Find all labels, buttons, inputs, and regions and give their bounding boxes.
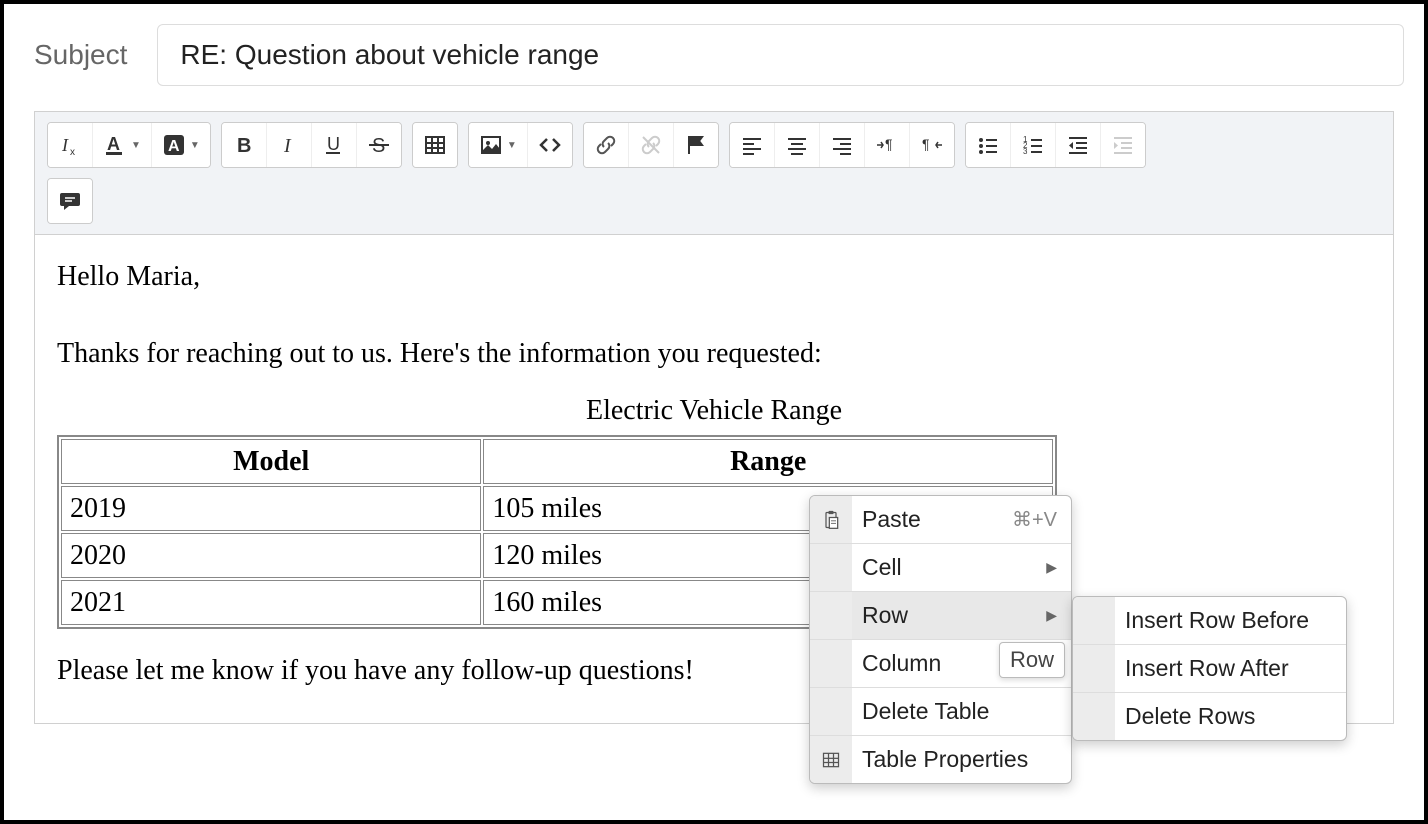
align-right-icon bbox=[830, 133, 854, 157]
align-center-icon bbox=[785, 133, 809, 157]
paste-icon bbox=[821, 510, 841, 530]
outdent-button[interactable] bbox=[1056, 123, 1101, 167]
svg-text:3: 3 bbox=[1023, 147, 1028, 156]
flag-icon bbox=[684, 133, 708, 157]
indent-icon bbox=[1111, 133, 1135, 157]
submenu-item-delete-rows[interactable]: Delete Rows bbox=[1073, 693, 1346, 740]
svg-text:A: A bbox=[107, 134, 120, 154]
rtl-button[interactable]: ¶ bbox=[910, 123, 954, 167]
align-right-button[interactable] bbox=[820, 123, 865, 167]
clear-format-icon: Ix bbox=[58, 133, 82, 157]
indent-button[interactable] bbox=[1101, 123, 1145, 167]
menu-item-cell[interactable]: Cell ▶ bbox=[810, 544, 1071, 591]
italic-button[interactable]: I bbox=[267, 123, 312, 167]
svg-text:U: U bbox=[327, 134, 340, 154]
subject-label: Subject bbox=[34, 39, 127, 71]
rtl-icon: ¶ bbox=[920, 133, 944, 157]
table-cell[interactable]: 2020 bbox=[61, 533, 481, 578]
ltr-button[interactable]: ¶ bbox=[865, 123, 910, 167]
underline-icon: U bbox=[322, 133, 346, 157]
submenu-item-insert-before[interactable]: Insert Row Before bbox=[1073, 597, 1346, 644]
toolbar-group-table bbox=[412, 122, 458, 168]
subject-row: Subject bbox=[4, 4, 1424, 96]
context-menu: Paste ⌘+V Cell ▶ Row ▶ Column Row Delete… bbox=[809, 495, 1072, 784]
table-cell[interactable]: 2021 bbox=[61, 580, 481, 625]
table-header-range[interactable]: Range bbox=[483, 439, 1053, 484]
align-left-icon bbox=[740, 133, 764, 157]
intro-text: Thanks for reaching out to us. Here's th… bbox=[57, 334, 1371, 373]
image-button[interactable]: ▼ bbox=[469, 123, 528, 167]
menu-item-delete-table[interactable]: Delete Table bbox=[810, 688, 1071, 735]
submenu-item-insert-after[interactable]: Insert Row After bbox=[1073, 645, 1346, 692]
bg-color-button[interactable]: A▼ bbox=[152, 123, 210, 167]
table-icon bbox=[423, 133, 447, 157]
svg-text:¶: ¶ bbox=[922, 136, 930, 152]
underline-button[interactable]: U bbox=[312, 123, 357, 167]
link-button[interactable] bbox=[584, 123, 629, 167]
svg-text:A: A bbox=[168, 138, 180, 155]
unlink-button[interactable] bbox=[629, 123, 674, 167]
bold-button[interactable]: B bbox=[222, 123, 267, 167]
italic-icon: I bbox=[277, 133, 301, 157]
tooltip-row: Row bbox=[999, 642, 1065, 678]
table-button[interactable] bbox=[413, 123, 457, 167]
code-button[interactable] bbox=[528, 123, 572, 167]
number-list-icon: 123 bbox=[1021, 133, 1045, 157]
strike-button[interactable]: S bbox=[357, 123, 401, 167]
chevron-right-icon: ▶ bbox=[1046, 607, 1057, 624]
image-icon bbox=[479, 133, 503, 157]
bold-icon: B bbox=[232, 133, 256, 157]
align-center-button[interactable] bbox=[775, 123, 820, 167]
menu-item-row[interactable]: Row ▶ bbox=[810, 592, 1071, 639]
toolbar: Ix A▼ A▼ B I U S ▼ bbox=[35, 112, 1393, 235]
comment-icon bbox=[58, 189, 82, 213]
svg-text:I: I bbox=[61, 135, 69, 155]
bullet-list-icon bbox=[976, 133, 1000, 157]
menu-item-column[interactable]: Column Row bbox=[810, 640, 1071, 687]
comment-button[interactable] bbox=[48, 179, 92, 223]
unlink-icon bbox=[639, 133, 663, 157]
bullet-list-button[interactable] bbox=[966, 123, 1011, 167]
submenu-row: Insert Row Before Insert Row After Delet… bbox=[1072, 596, 1347, 741]
table-cell[interactable]: 2019 bbox=[61, 486, 481, 531]
toolbar-group-format: Ix A▼ A▼ bbox=[47, 122, 211, 168]
menu-item-table-properties[interactable]: Table Properties bbox=[810, 736, 1071, 783]
clear-format-button[interactable]: Ix bbox=[48, 123, 93, 167]
link-icon bbox=[594, 133, 618, 157]
svg-text:x: x bbox=[70, 147, 75, 157]
toolbar-group-comment bbox=[47, 178, 93, 224]
menu-shortcut: ⌘+V bbox=[1012, 507, 1057, 532]
bg-color-icon: A bbox=[162, 133, 186, 157]
svg-text:¶: ¶ bbox=[885, 136, 893, 152]
menu-item-paste[interactable]: Paste ⌘+V bbox=[810, 496, 1071, 543]
toolbar-group-lists: 123 bbox=[965, 122, 1146, 168]
table-caption: Electric Vehicle Range bbox=[57, 391, 1371, 430]
outdent-icon bbox=[1066, 133, 1090, 157]
code-icon bbox=[538, 133, 562, 157]
ltr-icon: ¶ bbox=[875, 133, 899, 157]
toolbar-group-media: ▼ bbox=[468, 122, 573, 168]
toolbar-group-align: ¶ ¶ bbox=[729, 122, 955, 168]
text-color-button[interactable]: A▼ bbox=[93, 123, 152, 167]
greeting-text: Hello Maria, bbox=[57, 257, 1371, 296]
toolbar-group-text: B I U S bbox=[221, 122, 402, 168]
svg-text:B: B bbox=[237, 135, 251, 157]
toolbar-group-links bbox=[583, 122, 719, 168]
table-wrapper: Electric Vehicle Range Model Range 2019 … bbox=[57, 391, 1371, 629]
table-header-model[interactable]: Model bbox=[61, 439, 481, 484]
strike-icon: S bbox=[367, 133, 391, 157]
chevron-right-icon: ▶ bbox=[1046, 559, 1057, 576]
table-header-row: Model Range bbox=[61, 439, 1053, 484]
align-left-button[interactable] bbox=[730, 123, 775, 167]
text-color-icon: A bbox=[103, 133, 127, 157]
number-list-button[interactable]: 123 bbox=[1011, 123, 1056, 167]
subject-input[interactable] bbox=[157, 24, 1404, 86]
svg-text:I: I bbox=[283, 135, 292, 157]
flag-button[interactable] bbox=[674, 123, 718, 167]
table-icon bbox=[821, 750, 841, 770]
